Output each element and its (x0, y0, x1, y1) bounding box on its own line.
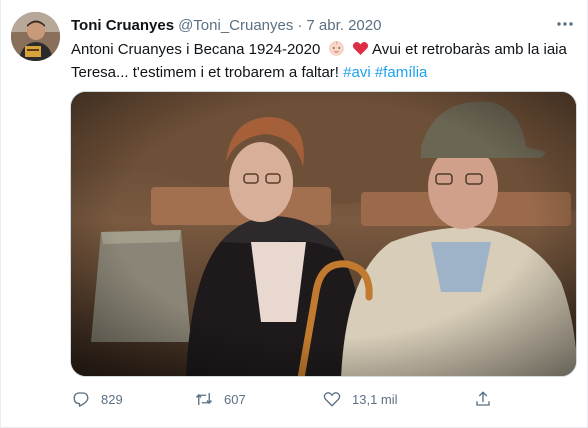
retweet-button[interactable]: 607 (194, 387, 246, 411)
more-dots-icon[interactable] (553, 14, 577, 34)
author-handle[interactable]: @Toni_Cruanyes (178, 17, 293, 34)
header-separator: · (297, 16, 303, 34)
tweet-header: Toni Cruanyes @Toni_Cruanyes · 7 abr. 20… (71, 15, 381, 35)
retweet-count: 607 (224, 391, 246, 407)
retweet-icon (194, 389, 214, 409)
share-button[interactable] (473, 387, 493, 411)
tweet-text-line-2: Teresa... t'estimem i et trobarem a falt… (71, 63, 576, 83)
tweet-actions: 829 607 13,1 mil (71, 387, 501, 411)
hashtag-link[interactable]: #família (375, 64, 428, 81)
like-count: 13,1 mil (352, 391, 398, 407)
red-heart-emoji-icon (352, 40, 369, 63)
avatar[interactable] (11, 12, 60, 61)
tweet-text-line-1: Antoni Cruanyes i Becana 1924-2020 Avui … (71, 40, 576, 63)
heart-icon (322, 389, 342, 409)
like-button[interactable]: 13,1 mil (322, 387, 398, 411)
tweet-text-segment: Antoni Cruanyes i Becana 1924-2020 (71, 41, 321, 58)
tweet-text-segment: Teresa... t'estimem i et trobarem a falt… (71, 64, 339, 81)
tweet-text: Antoni Cruanyes i Becana 1924-2020 Avui … (71, 40, 576, 83)
tweet-date[interactable]: 7 abr. 2020 (306, 17, 381, 34)
tweet-photo[interactable] (70, 91, 577, 377)
hashtag-link[interactable]: #avi (343, 64, 371, 81)
reply-button[interactable]: 829 (71, 387, 123, 411)
reply-bubble-icon (71, 389, 91, 409)
tweet-card[interactable]: Toni Cruanyes @Toni_Cruanyes · 7 abr. 20… (0, 0, 588, 428)
baby-face-emoji-icon (328, 40, 345, 63)
tweet-text-segment: Avui et retrobaràs amb la iaia (372, 41, 567, 58)
author-name[interactable]: Toni Cruanyes (71, 17, 174, 34)
share-icon (473, 389, 493, 409)
reply-count: 829 (101, 391, 123, 407)
